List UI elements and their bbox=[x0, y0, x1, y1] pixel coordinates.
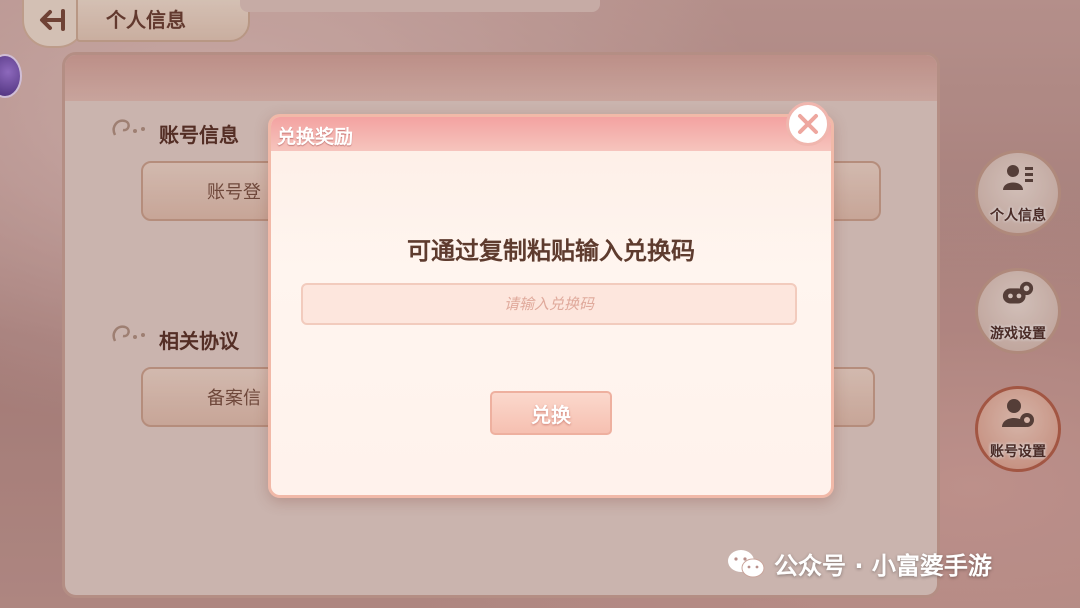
redeem-submit-button[interactable]: 兑换 bbox=[490, 391, 612, 435]
redeem-code-input[interactable] bbox=[301, 283, 797, 325]
redeem-dialog: 兑换奖励 可通过复制粘贴输入兑换码 兑换 bbox=[268, 114, 834, 498]
wechat-icon bbox=[728, 549, 765, 577]
redeem-prompt: 可通过复制粘贴输入兑换码 bbox=[407, 237, 695, 265]
redeem-close-button[interactable] bbox=[786, 102, 830, 146]
redeem-dialog-title: 兑换奖励 bbox=[277, 126, 354, 148]
watermark: 公众号 · 小富婆手游 bbox=[726, 546, 992, 581]
watermark-text: 公众号 · 小富婆手游 bbox=[774, 552, 992, 580]
redeem-dialog-header: 兑换奖励 bbox=[271, 117, 831, 151]
close-icon bbox=[798, 114, 818, 134]
